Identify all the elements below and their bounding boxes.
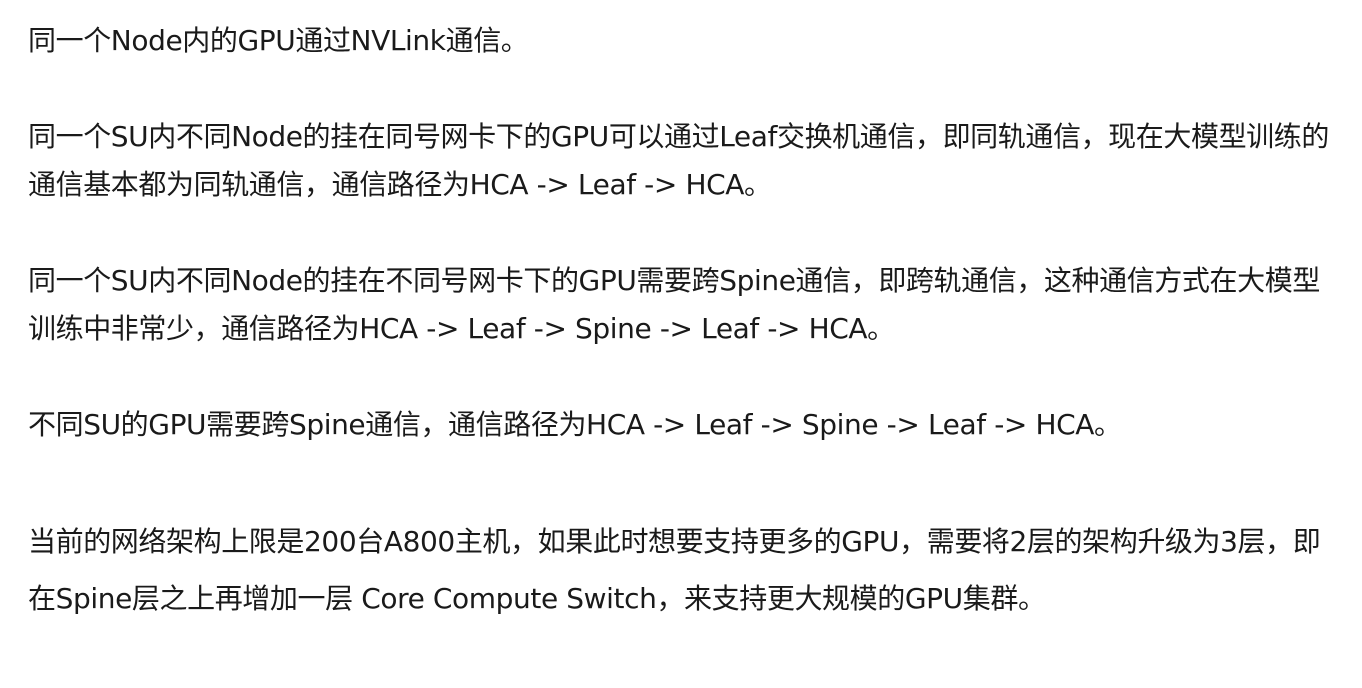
paragraph-scaling: 当前的网络架构上限是200台A800主机，如果此时想要支持更多的GPU，需要将2…	[28, 525, 1321, 615]
paragraph-nvlink: 同一个Node内的GPU通过NVLink通信。	[28, 24, 529, 57]
paragraph-cross-rail: 同一个SU内不同Node的挂在不同号网卡下的GPU需要跨Spine通信，即跨轨通…	[28, 264, 1320, 345]
paragraph-cross-su: 不同SU的GPU需要跨Spine通信，通信路径为HCA -> Leaf -> S…	[28, 408, 1122, 441]
article-body: 同一个Node内的GPU通过NVLink通信。 同一个SU内不同Node的挂在同…	[28, 17, 1344, 627]
paragraph-same-rail: 同一个SU内不同Node的挂在同号网卡下的GPU可以通过Leaf交换机通信，即同…	[28, 120, 1329, 201]
